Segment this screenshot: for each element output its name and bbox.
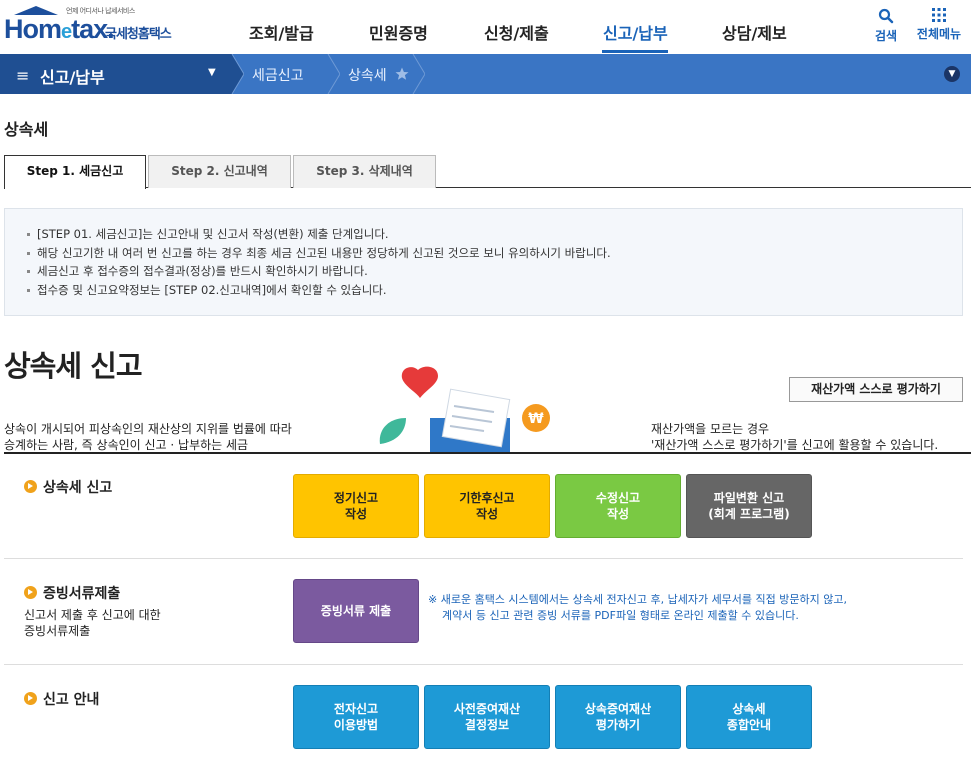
row-divider [4, 558, 963, 559]
all-menu-label: 전체메뉴 [916, 27, 962, 41]
row-title-filing: 상속세 신고 [24, 477, 112, 497]
breadcrumb-bar: ≡ 신고/납부 ▼ 세금신고 상속세 ▼ [0, 54, 971, 94]
breadcrumb-separator-icon [412, 54, 425, 94]
section-divider [4, 452, 971, 454]
tab-step2-history[interactable]: Step 2. 신고내역 [148, 155, 291, 188]
row-title-proof: 증빙서류제출 [24, 583, 120, 603]
row-divider [4, 664, 963, 665]
page-title: 상속세 [4, 120, 49, 139]
letter-paper [441, 388, 511, 448]
logo-brand-part: e [61, 21, 72, 43]
row-subtitle-proof: 신고서 제출 후 신고에 대한 증빙서류제출 [24, 607, 161, 639]
hamburger-icon: ≡ [16, 66, 30, 85]
self-evaluate-button[interactable]: 재산가액 스스로 평가하기 [789, 377, 963, 402]
row-title-guide: 신고 안내 [24, 689, 99, 709]
menu-application[interactable]: 신청/제출 [484, 20, 549, 44]
proof-notice-line: ※ 새로운 홈택스 시스템에서는 상속세 전자신고 후, 납세자가 세무서를 직… [428, 593, 847, 606]
inheritance-tax-guide-button[interactable]: 상속세 종합안내 [686, 685, 812, 749]
heart-icon [401, 366, 438, 398]
logo-brand-part: Hom [4, 14, 62, 44]
row-subtitle-line: 신고서 제출 후 신고에 대한 [24, 608, 161, 622]
notice-box: [STEP 01. 세금신고]는 신고안내 및 신고서 작성(변환) 제출 단계… [4, 208, 963, 316]
search-icon [878, 8, 894, 24]
file-conversion-filing-button[interactable]: 파일변환 신고 (회계 프로그램) [686, 474, 812, 538]
section-description-line: 승계하는 사람, 즉 상속인이 신고 · 납부하는 세금 [4, 438, 249, 452]
menu-certificate[interactable]: 민원증명 [369, 20, 428, 44]
proof-notice: ※ 새로운 홈택스 시스템에서는 상속세 전자신고 후, 납세자가 세무서를 직… [428, 592, 847, 624]
breadcrumb-separator-icon [327, 54, 340, 94]
menu-inquiry[interactable]: 조회/발급 [249, 20, 314, 44]
amended-filing-button[interactable]: 수정신고 작성 [555, 474, 681, 538]
all-menu-button[interactable]: 전체메뉴 [913, 8, 965, 42]
late-filing-button[interactable]: 기한후신고 작성 [424, 474, 550, 538]
search-button[interactable]: 검색 [872, 8, 900, 44]
row-subtitle-line: 증빙서류제출 [24, 624, 91, 638]
arrow-bullet-icon [24, 480, 37, 493]
step-tabs: Step 1. 세금신고 Step 2. 신고내역 Step 3. 삭제내역 [4, 155, 971, 189]
menu-counsel[interactable]: 상담/제보 [722, 20, 787, 44]
row-title-filing-label: 상속세 신고 [43, 480, 113, 496]
top-header: 언제 어디서나 납세서비스 Hometax. 국세청홈택스 조회/발급 민원증명… [0, 0, 971, 54]
grid-icon [932, 8, 946, 22]
proof-notice-line: 계약서 등 신고 관련 증빙 서류를 PDF파일 형태로 온라인 제출할 수 있… [442, 609, 799, 622]
section-description-line: 상속이 개시되어 피상속인의 재산상의 지위를 법률에 따라 [4, 422, 292, 436]
notice-item: 해당 신고기한 내 여러 번 신고를 하는 경우 최종 세금 신고된 내용만 정… [27, 244, 611, 263]
logo-subtitle: 국세청홈택스 [105, 27, 172, 42]
svg-text:₩: ₩ [528, 411, 544, 427]
expand-circle-icon[interactable]: ▼ [944, 66, 960, 82]
menu-filing-payment[interactable]: 신고/납부 [603, 20, 668, 44]
envelope-illustration: ₩ [379, 366, 550, 454]
favorite-star-icon[interactable] [395, 67, 409, 81]
notice-item: 세금신고 후 접수증의 접수결과(정상)를 반드시 확인하시기 바랍니다. [27, 262, 611, 281]
section-description: 상속이 개시되어 피상속인의 재산상의 지위를 법률에 따라 승계하는 사람, … [4, 421, 292, 453]
tab-step3-deleted[interactable]: Step 3. 삭제내역 [293, 155, 436, 188]
prior-gift-info-button[interactable]: 사전증여재산 결정정보 [424, 685, 550, 749]
nav-category-select[interactable]: ≡ 신고/납부 ▼ [0, 54, 230, 94]
active-menu-underline [602, 50, 668, 53]
evaluate-description-line: '재산가액 스스로 평가하기'를 신고에 활용할 수 있습니다. [651, 438, 939, 452]
row-title-proof-label: 증빙서류제출 [43, 586, 121, 602]
breadcrumb-tax-filing[interactable]: 세금신고 [252, 65, 304, 85]
caret-down-icon: ▼ [208, 67, 216, 78]
hometax-logo[interactable]: 언제 어디서나 납세서비스 Hometax. 국세청홈택스 [4, 6, 184, 50]
nav-category-label: 신고/납부 [40, 68, 105, 87]
e-filing-usage-button[interactable]: 전자신고 이용방법 [293, 685, 419, 749]
tab-step1-filing[interactable]: Step 1. 세금신고 [4, 155, 146, 189]
breadcrumb-separator-icon [230, 54, 244, 94]
breadcrumb-inheritance-tax[interactable]: 상속세 [348, 65, 387, 85]
arrow-bullet-icon [24, 586, 37, 599]
notice-list: [STEP 01. 세금신고]는 신고안내 및 신고서 작성(변환) 제출 단계… [27, 225, 611, 299]
arrow-bullet-icon [24, 692, 37, 705]
notice-item: [STEP 01. 세금신고]는 신고안내 및 신고서 작성(변환) 제출 단계… [27, 225, 611, 244]
logo-brand: Hometax. [4, 14, 115, 45]
notice-item: 접수증 및 신고요약정보는 [STEP 02.신고내역]에서 확인할 수 있습니… [27, 281, 611, 300]
row-title-guide-label: 신고 안내 [43, 692, 100, 708]
section-title: 상속세 신고 [4, 349, 142, 383]
evaluate-description-line: 재산가액을 모르는 경우 [651, 422, 770, 436]
search-label: 검색 [874, 29, 898, 43]
evaluate-description: 재산가액을 모르는 경우 '재산가액 스스로 평가하기'를 신고에 활용할 수 … [651, 421, 938, 453]
property-evaluation-button[interactable]: 상속증여재산 평가하기 [555, 685, 681, 749]
regular-filing-button[interactable]: 정기신고 작성 [293, 474, 419, 538]
proof-document-submit-button[interactable]: 증빙서류 제출 [293, 579, 419, 643]
leaf-icon [379, 418, 406, 444]
